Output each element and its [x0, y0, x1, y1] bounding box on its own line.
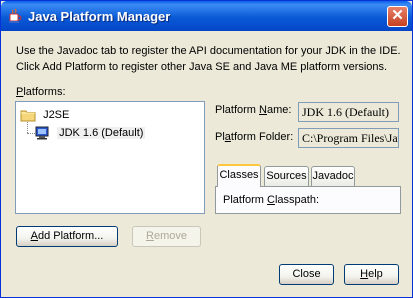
add-platform-button[interactable]: Add Platform...	[16, 226, 118, 247]
platform-folder-label: Platform Folder:	[215, 131, 294, 143]
platforms-label: Platforms:	[16, 86, 66, 98]
instructions-line-2: Click Add Platform to register other Jav…	[16, 61, 388, 73]
close-window-button[interactable]: ✕	[387, 6, 408, 27]
tree-connector	[27, 122, 28, 133]
platform-folder-field[interactable]: C:\Program Files\Jav	[298, 128, 399, 148]
tab-sources[interactable]: Sources	[264, 166, 309, 186]
tab-classes[interactable]: Classes	[217, 164, 261, 187]
tab-panel-classes: Platform Classpath:	[215, 186, 401, 214]
tree-leaf-label: JDK 1.6 (Default)	[57, 127, 146, 139]
platform-name-label: Platform Name:	[215, 104, 292, 116]
title-bar[interactable]: Java Platform Manager ✕	[1, 1, 412, 31]
instructions-line-1: Use the Javadoc tab to register the API …	[16, 45, 401, 57]
monitor-icon	[35, 126, 49, 140]
java-platform-manager-dialog: Java Platform Manager ✕ Use the Javadoc …	[0, 0, 413, 298]
platforms-tree[interactable]: J2SE JDK 1.6 (Default)	[15, 101, 205, 214]
instructions-text: Use the Javadoc tab to register the API …	[16, 43, 406, 75]
tree-node-j2se[interactable]: J2SE	[20, 107, 69, 123]
close-button[interactable]: Close	[279, 264, 334, 285]
tab-javadoc[interactable]: Javadoc	[311, 166, 355, 186]
tree-node-label: J2SE	[43, 109, 70, 121]
platform-classpath-label: Platform Classpath:	[223, 194, 319, 206]
help-button[interactable]: Help	[344, 264, 399, 285]
tree-leaf-jdk[interactable]: JDK 1.6 (Default)	[34, 125, 146, 141]
java-cup-icon	[9, 8, 22, 23]
window-title: Java Platform Manager	[28, 9, 171, 24]
remove-button[interactable]: Remove	[132, 226, 201, 247]
folder-icon	[20, 110, 36, 122]
platform-name-field[interactable]: JDK 1.6 (Default)	[298, 102, 399, 122]
close-icon: ✕	[391, 7, 404, 24]
